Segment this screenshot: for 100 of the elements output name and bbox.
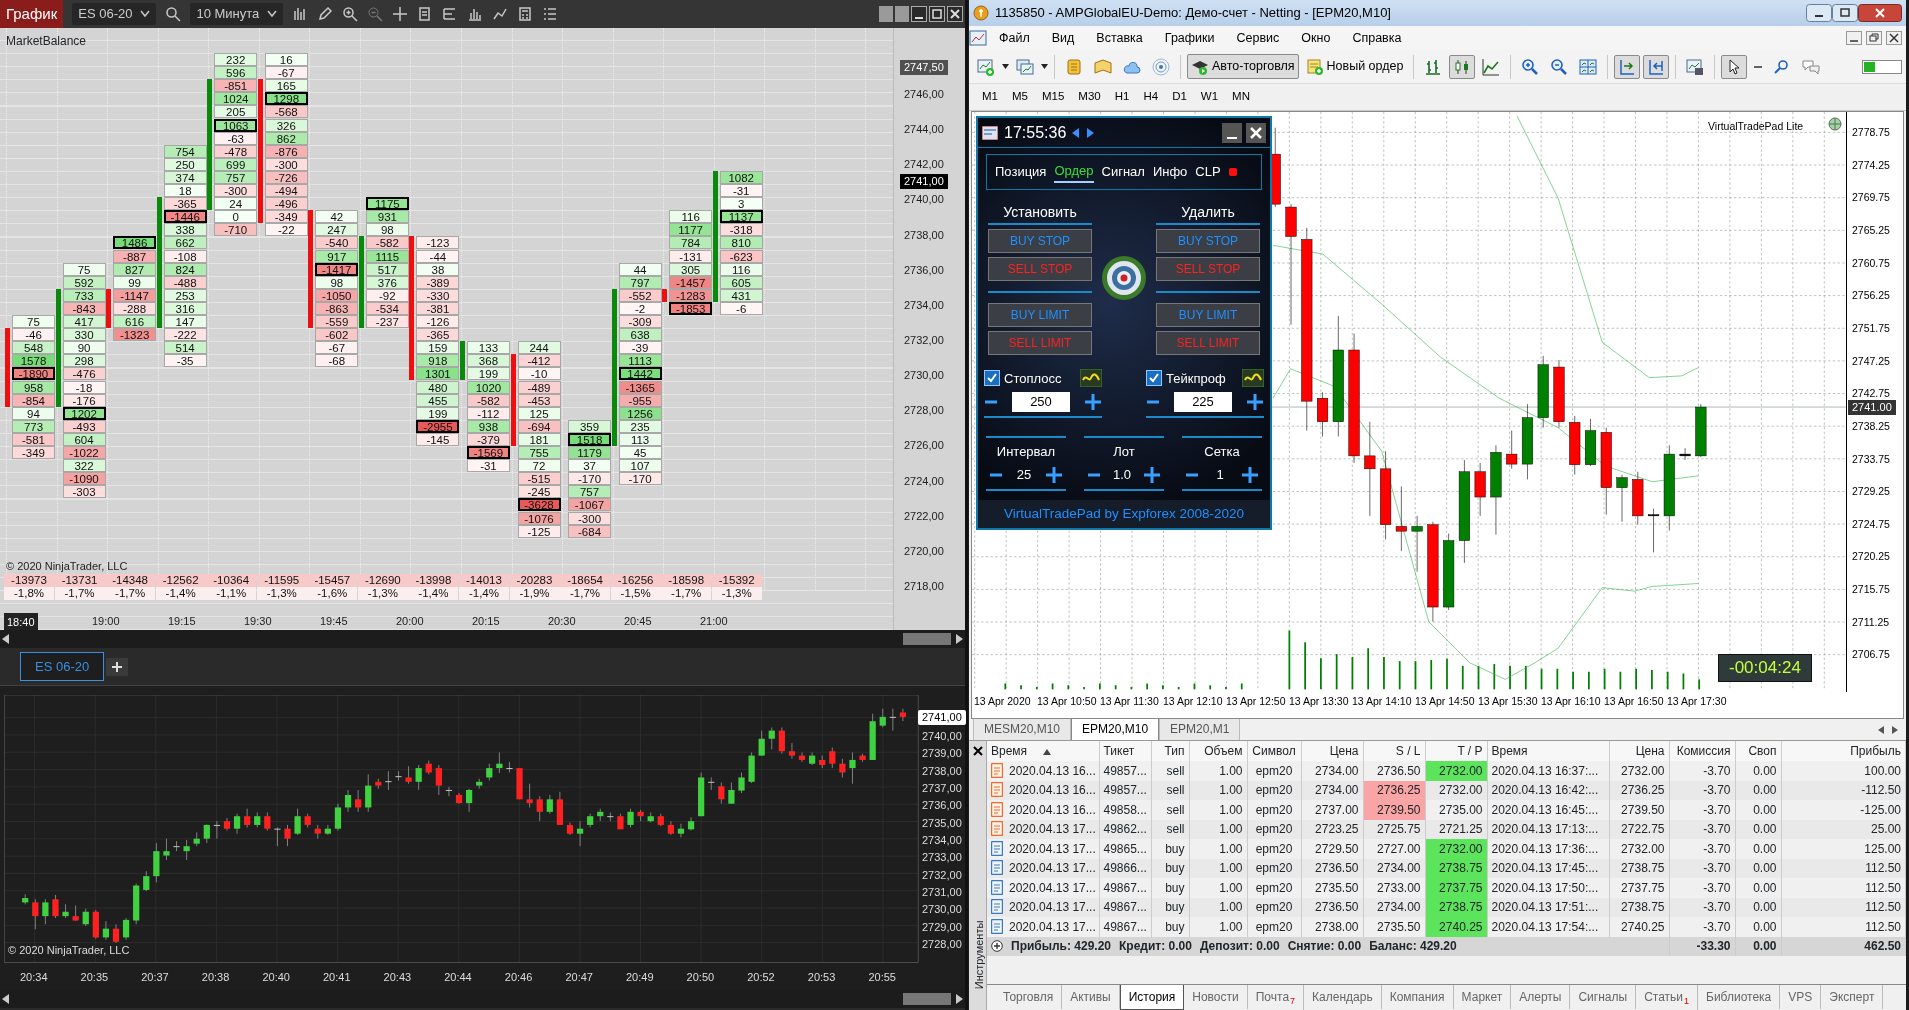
pad-tab[interactable]: Позиция [995, 161, 1047, 183]
stepper-value: 1 [1216, 466, 1224, 484]
price-label: 2729.25 [1852, 484, 1890, 500]
column-header[interactable]: Цена [1301, 741, 1363, 761]
column-header[interactable]: Время [987, 741, 1099, 761]
table-cell: 2735.50 [1363, 917, 1425, 937]
terminal-tab[interactable]: VPS [1780, 985, 1822, 1009]
terminal-tab[interactable]: Календарь [1304, 985, 1382, 1009]
delta-percent: -1,6% [307, 587, 358, 600]
chart-tab[interactable]: ES 06-20 [20, 651, 105, 682]
terminal-tab[interactable]: Библиотека [1698, 985, 1781, 1009]
instrument-dropdown[interactable]: ES 06-20 [72, 3, 157, 25]
timeframe-button[interactable]: W1 [1193, 86, 1226, 108]
terminal-tab[interactable]: Почта$_{7}$ [1247, 985, 1305, 1010]
timeframe-button[interactable]: D1 [1165, 86, 1194, 108]
price-label: 2742.75 [1852, 386, 1890, 402]
table-cell: 2737.75 [1609, 878, 1669, 898]
table-cell: 2734.00 [1301, 780, 1363, 800]
summary-cell: 462.50 [1781, 936, 1906, 956]
menu-item[interactable]: Сервис [1226, 26, 1290, 50]
table-cell: 2735.00 [1425, 800, 1487, 820]
column-header[interactable]: Своп [1735, 741, 1781, 761]
table-cell: 0.00 [1735, 819, 1781, 839]
volume-cell: -126 [416, 315, 460, 329]
pad-footer: VirtualTradePad by Expforex 2008-2020 [978, 499, 1270, 528]
table-cell: 2020.04.13 17... [1009, 880, 1096, 895]
delta-total: -15457 [307, 574, 358, 587]
terminal-tab[interactable]: Компания [1381, 985, 1454, 1009]
price-label: 2732,00 [904, 332, 944, 348]
pad-tab[interactable]: Ордер [1054, 161, 1094, 183]
menu-item[interactable]: Справка [1342, 26, 1412, 50]
delta-total: -13973 [4, 574, 54, 587]
time-label: 19:45 [320, 614, 348, 629]
table-cell: 1.00 [1189, 917, 1247, 937]
terminal-tab[interactable]: Алерты [1511, 985, 1571, 1009]
table-cell: sell [1151, 800, 1189, 820]
column-header[interactable]: Символ [1247, 741, 1301, 761]
column-header[interactable]: S / L [1363, 741, 1425, 761]
table-cell: 2020.04.13 17:51:... [1487, 897, 1609, 917]
volume-cell: 1175 [365, 197, 409, 211]
table-cell: 2740.25 [1425, 917, 1487, 937]
table-cell: 1.00 [1189, 800, 1247, 820]
table-cell: 2739.50 [1609, 800, 1669, 820]
column-header[interactable]: T / P [1425, 741, 1487, 761]
price-label: 2711.25 [1852, 614, 1890, 630]
terminal-tab[interactable]: Активы [1062, 985, 1120, 1009]
terminal-tab[interactable]: Статьи$_{1}$ [1636, 985, 1699, 1010]
terminal-tab[interactable]: Эксперт [1821, 985, 1884, 1009]
price-label: 2720.25 [1852, 549, 1890, 565]
column-header[interactable]: Комиссия [1669, 741, 1735, 761]
pad-tab[interactable]: CLP [1195, 161, 1221, 183]
pad-tab[interactable]: Сигнал [1101, 161, 1145, 183]
time-label: 20:40 [262, 970, 290, 985]
menu-item[interactable]: Файл [989, 26, 1040, 50]
panel-side-label: Инструменты [971, 919, 986, 990]
timeframe-button[interactable]: M15 [1034, 86, 1072, 108]
time-label: 20:30 [548, 614, 576, 629]
date-label: 13 Apr 17:30 [1667, 694, 1727, 709]
column-header[interactable]: Объем [1189, 741, 1247, 761]
delta-percent: -1,4% [408, 587, 459, 600]
price-label: 2728,00 [904, 403, 944, 419]
terminal-tab[interactable]: Маркет [1453, 985, 1512, 1009]
time-label: 20:34 [20, 970, 48, 985]
chart-tab[interactable]: EPM20,M10 [1071, 717, 1160, 740]
volume-cell: 810 [719, 236, 763, 250]
stop-loss-field[interactable]: 250 [1012, 392, 1070, 412]
take-profit-label: Тейкпроф [1166, 369, 1226, 388]
menu-item[interactable]: Вставка [1086, 26, 1153, 50]
terminal-tab[interactable]: Новости [1184, 985, 1248, 1009]
chart-tab[interactable]: MESM20,M10 [973, 717, 1072, 740]
auto-trading-button[interactable]: Авто-торговля [1187, 54, 1299, 79]
volume-cell: -489 [517, 380, 561, 394]
interval-dropdown[interactable]: 10 Минута [190, 3, 284, 25]
terminal-tab[interactable]: Торговля [995, 985, 1063, 1009]
menu-item[interactable]: Графики [1154, 26, 1225, 50]
timeframe-button[interactable]: H4 [1136, 86, 1166, 108]
chart-tab[interactable]: EPM20,M1 [1159, 717, 1241, 740]
timeframe-button[interactable]: H1 [1107, 86, 1137, 108]
table-cell: 0.00 [1735, 878, 1781, 898]
pad-tab[interactable]: Инфо [1152, 161, 1188, 183]
timeframe-button[interactable]: M5 [1005, 86, 1035, 108]
column-header[interactable]: Тип [1151, 741, 1189, 761]
column-header[interactable]: Время [1487, 741, 1609, 761]
menu-item[interactable]: Окно [1291, 26, 1341, 50]
delta-percent: -1,7% [54, 587, 105, 600]
timeframe-button[interactable]: M30 [1071, 86, 1108, 108]
timeframe-button[interactable]: MN [1225, 86, 1257, 108]
terminal-tab[interactable]: История [1119, 985, 1185, 1010]
timeframe-button[interactable]: M1 [975, 86, 1005, 108]
column-header[interactable]: Цена [1609, 741, 1669, 761]
new-order-button[interactable]: Новый ордер [1301, 54, 1408, 79]
column-header[interactable]: Прибыль [1781, 741, 1906, 761]
volume-cell: -851 [214, 79, 258, 93]
menu-item[interactable]: Вид [1041, 26, 1085, 50]
column-header[interactable]: Тикет [1099, 741, 1151, 761]
take-profit-field[interactable]: 225 [1174, 392, 1232, 412]
volume-cell: -170 [568, 472, 612, 486]
terminal-tab[interactable]: Сигналы [1570, 985, 1637, 1009]
badge-count: 7 [1290, 996, 1296, 1007]
table-cell: 2736.50 [1301, 897, 1363, 917]
